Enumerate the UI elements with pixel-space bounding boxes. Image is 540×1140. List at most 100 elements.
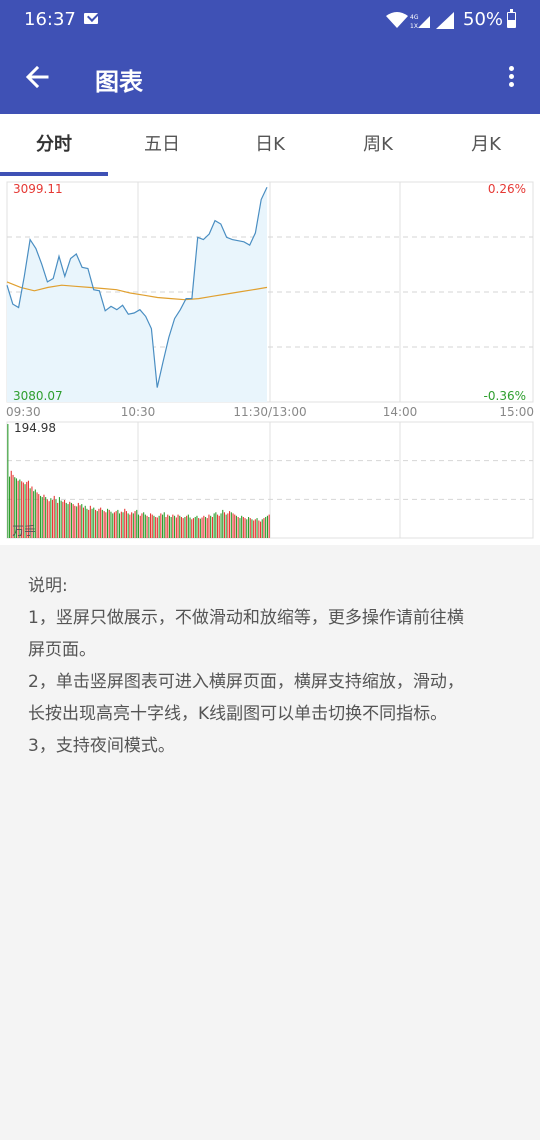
volume-bar	[251, 519, 253, 538]
volume-bar	[234, 514, 236, 538]
volume-bar	[131, 512, 133, 538]
volume-bar	[112, 513, 114, 538]
volume-bar	[229, 511, 231, 538]
volume-bar	[119, 513, 121, 538]
volume-bar	[196, 515, 198, 538]
volume-bar	[261, 519, 263, 538]
volume-bar	[50, 498, 52, 538]
price-low-label: 3080.07	[13, 389, 63, 403]
notes-title: 说明:	[28, 576, 68, 596]
volume-bar	[186, 515, 188, 538]
volume-bar	[194, 517, 196, 538]
volume-bar	[141, 513, 143, 538]
volume-bar	[206, 518, 208, 538]
volume-bar	[103, 511, 105, 538]
volume-bar	[57, 502, 59, 538]
more-vert-icon[interactable]	[500, 62, 522, 92]
volume-bar	[189, 517, 191, 538]
volume-bar	[52, 500, 54, 538]
volume-bar	[136, 509, 138, 538]
volume-bar	[179, 515, 181, 538]
volume-bar	[168, 515, 170, 538]
volume-bar	[122, 512, 124, 538]
volume-bar	[268, 514, 270, 538]
volume-bar	[125, 511, 127, 538]
tab-daily-k[interactable]: 日K	[216, 114, 324, 176]
volume-bar	[203, 515, 205, 538]
battery-icon	[507, 9, 516, 28]
volume-bar	[38, 494, 40, 538]
tab-five-day[interactable]: 五日	[108, 114, 216, 176]
volume-bar	[129, 514, 131, 538]
volume-bar	[218, 515, 220, 538]
volume-bar	[249, 518, 251, 538]
volume-bar	[36, 492, 38, 538]
volume-bar	[165, 517, 167, 538]
volume-bar	[72, 504, 74, 538]
volume-bar	[241, 515, 243, 538]
volume-bar	[9, 476, 11, 538]
tab-weekly-k[interactable]: 周K	[324, 114, 432, 176]
volume-bar	[265, 517, 267, 538]
volume-bar	[120, 511, 122, 538]
volume-bar	[69, 501, 71, 538]
volume-bar	[148, 517, 150, 538]
chart-area[interactable]: 3099.11 3080.07 0.26% -0.36% 09:30 10:30…	[0, 176, 540, 545]
volume-bar	[146, 515, 148, 538]
volume-bar	[163, 512, 165, 538]
chart-tabs: 分时 五日 日K 周K 月K	[0, 114, 540, 176]
volume-bar	[127, 513, 129, 538]
volume-bar	[105, 512, 107, 538]
volume-bar	[208, 514, 210, 538]
volume-bar	[177, 514, 179, 538]
volume-bar	[74, 505, 76, 538]
volume-bar	[117, 509, 119, 538]
volume-bar	[86, 508, 88, 538]
volume-bar	[7, 424, 9, 538]
volume-bar	[162, 514, 164, 538]
volume-bar	[107, 508, 109, 538]
volume-bar	[150, 513, 152, 538]
intraday-chart[interactable]: 3099.11 3080.07 0.26% -0.36% 09:30 10:30…	[0, 176, 540, 545]
volume-bar	[253, 520, 255, 538]
volume-bar	[260, 521, 262, 538]
volume-bar	[115, 511, 117, 538]
volume-bar	[160, 513, 162, 538]
volume-bar	[155, 517, 157, 538]
battery-percent: 50%	[463, 9, 504, 30]
volume-bar	[239, 518, 241, 538]
volume-bar	[248, 517, 250, 538]
tab-intraday[interactable]: 分时	[0, 114, 108, 176]
volume-bar	[217, 514, 219, 538]
volume-bar	[95, 509, 97, 538]
volume-bar	[124, 508, 126, 538]
tab-monthly-k[interactable]: 月K	[432, 114, 540, 176]
volume-bar	[167, 514, 169, 538]
arrow-back-icon[interactable]	[22, 62, 52, 92]
volume-bar	[48, 501, 50, 538]
mail-icon	[84, 13, 98, 24]
volume-bar	[172, 514, 174, 538]
volume-bar	[266, 515, 268, 538]
volume-bar	[237, 517, 239, 538]
volume-bar	[139, 515, 141, 538]
volume-bar	[45, 497, 47, 538]
volume-bar	[180, 517, 182, 538]
volume-bar	[198, 518, 200, 538]
volume-bar	[113, 512, 115, 538]
volume-bar	[81, 504, 83, 538]
volume-bar	[222, 509, 224, 538]
percent-high-label: 0.26%	[488, 182, 526, 196]
volume-bar	[205, 517, 207, 538]
volume-bar	[40, 495, 42, 538]
note-line: 3，支持夜间模式。	[28, 736, 175, 756]
volume-bar	[227, 513, 229, 538]
volume-bar	[244, 518, 246, 538]
volume-bar	[223, 512, 225, 538]
volume-bar	[184, 517, 186, 538]
volume-bar	[60, 500, 62, 538]
volume-bar	[170, 517, 172, 538]
volume-bar	[235, 515, 237, 538]
volume-bar	[187, 514, 189, 538]
volume-bar	[67, 504, 69, 538]
